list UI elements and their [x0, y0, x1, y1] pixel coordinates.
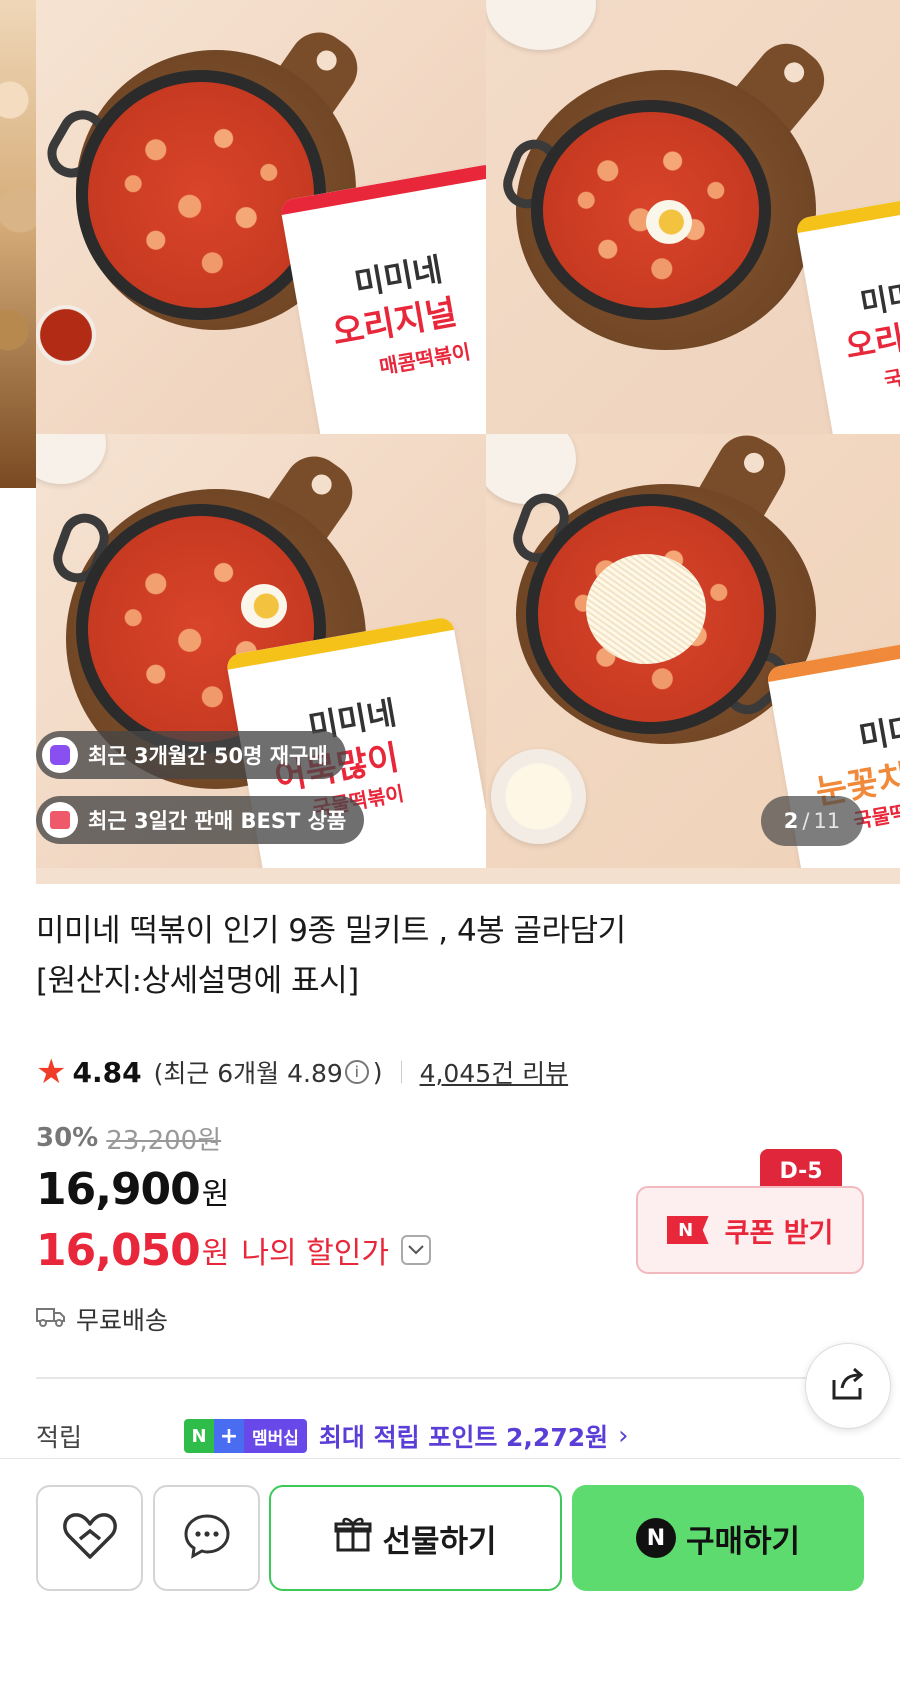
- boiled-egg: [241, 584, 287, 628]
- shipping-label: 무료배송: [76, 1306, 169, 1335]
- sale-price: 16,900: [36, 1164, 201, 1215]
- side-bowl: [486, 0, 596, 50]
- rating-row: ★ 4.84 (최근 6개월 4.89 i ) 4,045건 리뷰: [36, 1052, 568, 1092]
- points-row[interactable]: 적립 N + 멤버십 최대 적립 포인트 2,272원 ›: [36, 1414, 864, 1458]
- best-seller-badge-text: 최근 3일간 판매 BEST 상품: [88, 809, 347, 833]
- reviews-link[interactable]: 4,045건 리뷰: [420, 1054, 569, 1090]
- naver-pay-icon: N: [635, 1518, 676, 1558]
- image-counter: 2 / 11: [761, 796, 863, 846]
- tteokbokki-dish: [88, 82, 314, 308]
- buy-button[interactable]: N 구매하기: [572, 1485, 864, 1591]
- recent-rating: (최근 6개월 4.89 i ): [154, 1054, 383, 1090]
- membership-plus: +: [214, 1419, 244, 1453]
- my-price-row[interactable]: 16,050 원 나의 할인가: [36, 1222, 431, 1278]
- shipping-row: 무료배송: [36, 1299, 168, 1339]
- discount-rate: 30%: [36, 1123, 99, 1153]
- previous-image-peek[interactable]: [0, 0, 36, 488]
- bottom-action-bar: 선물하기 N 구매하기: [0, 1458, 900, 1691]
- cheese-bowl: [491, 749, 586, 844]
- naver-coupon-icon: N: [666, 1216, 709, 1244]
- package-sub: 국물: [882, 362, 900, 393]
- naver-plus-membership-badge: N + 멤버십: [184, 1419, 307, 1453]
- coupon-button[interactable]: N 쿠폰 받기: [636, 1186, 864, 1274]
- package-bag: 미미네 오리지널 매콤떡볶이: [279, 162, 486, 434]
- package-bag: 미미네 오리 국물: [794, 184, 900, 434]
- sale-price-row: 16,900 원: [36, 1164, 431, 1218]
- coupon-button-label: 쿠폰 받기: [724, 1217, 834, 1249]
- side-bowl: [36, 434, 106, 484]
- image-counter-separator: /: [802, 809, 810, 833]
- gift-icon: [334, 1515, 372, 1561]
- original-price: 23,200원: [106, 1125, 222, 1156]
- points-label: 적립: [36, 1423, 83, 1452]
- truck-icon: [36, 1305, 66, 1334]
- gift-button[interactable]: 선물하기: [269, 1485, 562, 1591]
- side-bowl: [486, 434, 576, 504]
- star-icon: ★: [36, 1052, 67, 1092]
- info-icon[interactable]: i: [344, 1060, 369, 1084]
- rating-score: 4.84: [72, 1055, 142, 1089]
- package-kind: 오리: [842, 318, 900, 367]
- sale-price-unit: 원: [201, 1177, 230, 1212]
- chat-bubble-icon: [183, 1513, 231, 1563]
- product-title: 미미네 떡볶이 인기 9종 밀키트 , 4봉 골라담기 [원산지:상세설명에 표…: [36, 906, 836, 1006]
- talktalk-button[interactable]: [153, 1485, 260, 1591]
- product-title-line-2: [원산지:상세설명에 표시]: [36, 963, 359, 999]
- max-points-text: 최대 적립 포인트 2,272원: [318, 1423, 609, 1452]
- boiled-egg: [646, 200, 692, 244]
- repurchase-bag-icon: [42, 737, 78, 773]
- image-tile-soup: 미미네 오리 국물: [486, 0, 900, 434]
- image-tile-original: 미미네 오리지널 매콤떡볶이: [36, 0, 486, 434]
- divider: [400, 1061, 402, 1083]
- repurchase-badge-text: 최근 3개월간 50명 재구매: [88, 744, 328, 768]
- chili-powder-bowl: [36, 305, 96, 365]
- my-discount-label: 나의 할인가: [241, 1236, 389, 1271]
- divider: [36, 1377, 864, 1379]
- my-discount-price: 16,050: [36, 1224, 201, 1276]
- shredded-cheese: [586, 554, 706, 664]
- gift-box-icon: [42, 802, 78, 838]
- product-image-gallery[interactable]: 미미네 오리지널 매콤떡볶이 미미네 오리 국물 미미네 국물떡볶이 미미 눈꽃…: [0, 0, 900, 884]
- buy-button-label: 구매하기: [685, 1523, 801, 1560]
- wishlist-button[interactable]: [36, 1485, 143, 1591]
- heart-icon: [62, 1511, 118, 1565]
- gift-button-label: 선물하기: [382, 1523, 497, 1560]
- recent-rating-prefix: (최근 6개월 4.89: [153, 1059, 343, 1088]
- my-discount-price-unit: 원: [201, 1236, 230, 1271]
- recent-rating-suffix: ): [372, 1057, 383, 1087]
- price-block: 30% 23,200원 16,900 원 16,050 원 나의 할인가: [36, 1120, 431, 1278]
- product-title-line-1: 미미네 떡볶이 인기 9종 밀키트 , 4봉 골라담기: [36, 913, 626, 949]
- best-seller-badge: 최근 3일간 판매 BEST 상품: [36, 796, 365, 844]
- membership-text: 멤버십: [244, 1419, 307, 1453]
- image-counter-total: 11: [813, 809, 841, 833]
- chevron-down-icon[interactable]: [400, 1235, 431, 1265]
- repurchase-badge: 최근 3개월간 50명 재구매: [36, 731, 346, 779]
- original-price-row: 30% 23,200원: [36, 1120, 431, 1156]
- share-icon: [828, 1366, 868, 1406]
- chevron-right-icon: ›: [618, 1421, 629, 1451]
- image-counter-current: 2: [783, 809, 799, 833]
- membership-n: N: [184, 1419, 214, 1453]
